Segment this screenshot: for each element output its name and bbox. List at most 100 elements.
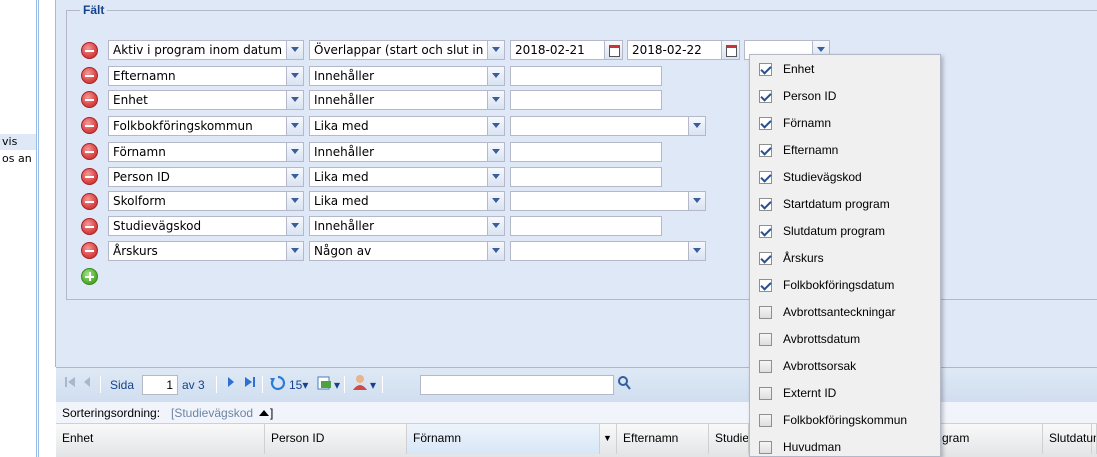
column-option-externt-id[interactable]: Externt ID xyxy=(750,381,940,407)
remove-row-button[interactable] xyxy=(81,42,98,59)
operator-select[interactable]: Överlappar (start och slut in xyxy=(309,40,505,60)
checkbox[interactable] xyxy=(759,171,772,184)
column-option-startdatum[interactable]: Startdatum program xyxy=(750,192,940,218)
date-from-field[interactable]: 2018-02-21 xyxy=(510,40,623,60)
operator-select[interactable]: Innehåller xyxy=(309,216,505,236)
left-item[interactable]: os an xyxy=(0,151,36,167)
export-icon[interactable] xyxy=(316,375,332,391)
column-option-studievagskod[interactable]: Studievägskod xyxy=(750,165,940,191)
chevron-down-icon[interactable] xyxy=(286,41,303,59)
column-option-person-id[interactable]: Person ID xyxy=(750,84,940,110)
remove-row-button[interactable] xyxy=(81,242,98,259)
chevron-down-icon[interactable] xyxy=(688,192,705,210)
calendar-icon[interactable] xyxy=(721,41,739,59)
operator-select[interactable]: Innehåller xyxy=(309,90,505,110)
chevron-down-icon[interactable] xyxy=(487,91,504,109)
sort-ascending-icon[interactable] xyxy=(259,409,269,417)
chevron-down-icon[interactable] xyxy=(487,41,504,59)
next-page-icon[interactable] xyxy=(226,376,236,388)
value-input[interactable] xyxy=(510,90,662,110)
column-option-avbrottsanteckningar[interactable]: Avbrottsanteckningar xyxy=(750,300,940,326)
value-select[interactable] xyxy=(510,241,706,261)
operator-select[interactable]: Lika med xyxy=(309,116,505,136)
field-select[interactable]: Förnamn xyxy=(108,142,304,162)
field-select[interactable]: Aktiv i program inom datum xyxy=(108,40,304,60)
chevron-down-icon[interactable] xyxy=(487,217,504,235)
chevron-down-icon[interactable] xyxy=(286,192,303,210)
column-option-folkbokforingsdatum[interactable]: Folkbokföringsdatum xyxy=(750,273,940,299)
chevron-down-icon[interactable] xyxy=(286,168,303,186)
column-option-fornamn[interactable]: Förnamn xyxy=(750,111,940,137)
add-row-button[interactable] xyxy=(81,268,98,285)
chevron-down-icon[interactable] xyxy=(688,242,705,260)
column-option-arskurs[interactable]: Årskurs xyxy=(750,246,940,272)
checkbox[interactable] xyxy=(759,252,772,265)
column-header-enhet[interactable]: Enhet xyxy=(56,424,265,454)
user-icon[interactable] xyxy=(352,374,368,391)
field-select[interactable]: Person ID xyxy=(108,167,304,187)
operator-select[interactable]: Innehåller xyxy=(309,142,505,162)
checkbox[interactable] xyxy=(759,306,772,319)
column-header-slutdatum[interactable]: Slutdatum xyxy=(1042,424,1097,454)
chevron-down-icon[interactable] xyxy=(286,67,303,85)
remove-row-button[interactable] xyxy=(81,91,98,108)
chevron-down-icon[interactable] xyxy=(487,67,504,85)
checkbox[interactable] xyxy=(759,90,772,103)
operator-select[interactable]: Lika med xyxy=(309,167,505,187)
grid-search-input[interactable] xyxy=(420,375,614,395)
field-select[interactable]: Efternamn xyxy=(108,66,304,86)
remove-row-button[interactable] xyxy=(81,67,98,84)
chevron-down-icon[interactable]: ▾ xyxy=(334,377,340,393)
value-input[interactable] xyxy=(510,167,662,187)
value-input[interactable] xyxy=(510,66,662,86)
operator-select[interactable]: Någon av xyxy=(309,241,505,261)
value-input[interactable] xyxy=(510,142,662,162)
column-option-efternamn[interactable]: Efternamn xyxy=(750,138,940,164)
chevron-down-icon[interactable] xyxy=(487,242,504,260)
column-header-fornamn[interactable]: Förnamn xyxy=(407,424,600,454)
first-page-icon[interactable] xyxy=(64,376,76,388)
page-number-input[interactable]: 1 xyxy=(142,375,178,395)
prev-page-icon[interactable] xyxy=(82,376,92,388)
field-select[interactable]: Årskurs xyxy=(108,241,304,261)
chevron-down-icon[interactable] xyxy=(688,117,705,135)
chevron-down-icon[interactable] xyxy=(286,242,303,260)
chevron-down-icon[interactable] xyxy=(286,217,303,235)
date-to-field[interactable]: 2018-02-22 xyxy=(627,40,740,60)
value-select[interactable] xyxy=(510,116,706,136)
remove-row-button[interactable] xyxy=(81,143,98,160)
column-menu-trigger[interactable]: ▼ xyxy=(599,424,617,454)
column-option-huvudman[interactable]: Huvudman xyxy=(750,435,940,456)
checkbox[interactable] xyxy=(759,117,772,130)
checkbox[interactable] xyxy=(759,360,772,373)
chevron-down-icon[interactable] xyxy=(487,192,504,210)
last-page-icon[interactable] xyxy=(244,376,256,388)
checkbox[interactable] xyxy=(759,63,772,76)
search-icon[interactable] xyxy=(616,375,632,391)
field-select[interactable]: Skolform xyxy=(108,191,304,211)
column-option-slutdatum[interactable]: Slutdatum program xyxy=(750,219,940,245)
page-size-select[interactable]: 15▾ xyxy=(289,377,308,393)
column-option-enhet[interactable]: Enhet xyxy=(750,57,940,83)
checkbox[interactable] xyxy=(759,414,772,427)
sort-field[interactable]: [Studievägskod xyxy=(171,402,253,424)
chevron-down-icon[interactable] xyxy=(286,117,303,135)
left-item[interactable]: vis xyxy=(0,134,36,150)
column-option-avbrottsorsak[interactable]: Avbrottsorsak xyxy=(750,354,940,380)
column-header-efternamn[interactable]: Efternamn xyxy=(617,424,709,454)
field-select[interactable]: Studievägskod xyxy=(108,216,304,236)
remove-row-button[interactable] xyxy=(81,117,98,134)
chevron-down-icon[interactable] xyxy=(487,117,504,135)
operator-select[interactable]: Lika med xyxy=(309,191,505,211)
checkbox[interactable] xyxy=(759,279,772,292)
column-option-folkbokforingskommun[interactable]: Folkbokföringskommun xyxy=(750,408,940,434)
checkbox[interactable] xyxy=(759,198,772,211)
remove-row-button[interactable] xyxy=(81,193,98,210)
chevron-down-icon[interactable] xyxy=(286,143,303,161)
chevron-down-icon[interactable] xyxy=(487,168,504,186)
field-select[interactable]: Folkbokföringskommun xyxy=(108,116,304,136)
value-select[interactable] xyxy=(510,191,706,211)
checkbox[interactable] xyxy=(759,225,772,238)
checkbox[interactable] xyxy=(759,387,772,400)
calendar-icon[interactable] xyxy=(604,41,622,59)
